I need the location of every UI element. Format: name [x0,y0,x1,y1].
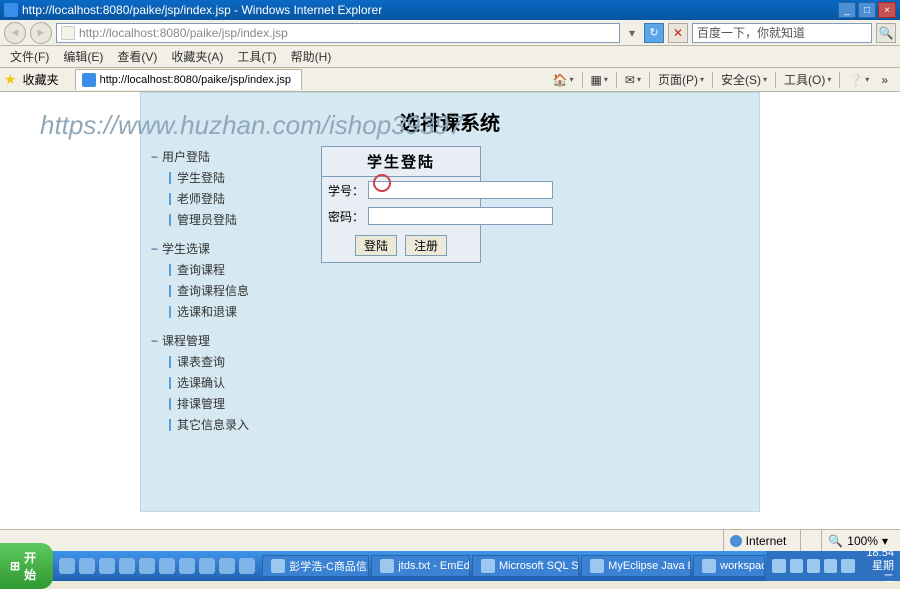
sidebar-item-select-drop[interactable]: 选课和退课 [151,301,281,322]
password-label: 密码： [328,208,364,225]
menu-edit[interactable]: 编辑(E) [57,46,109,67]
favorites-bar: ★ 收藏夹 http://localhost:8080/paike/jsp/in… [0,68,900,92]
sidebar-item-student-login[interactable]: 学生登陆 [151,167,281,188]
tray-icon-1[interactable] [772,559,785,573]
ql-icon-2[interactable] [79,558,95,574]
student-id-label: 学号： [328,182,364,199]
search-input[interactable]: 百度一下，你就知道 [692,23,872,43]
ql-icon-5[interactable] [139,558,155,574]
page-icon [61,26,75,40]
start-button[interactable]: ⊞ 开始 [0,543,53,589]
home-button[interactable]: 🏠▾ [549,71,578,89]
feeds-button[interactable]: ▦▾ [587,71,612,89]
student-id-input[interactable] [368,181,553,199]
ql-icon-3[interactable] [99,558,115,574]
ql-icon-6[interactable] [159,558,175,574]
menu-favorites[interactable]: 收藏夹(A) [165,46,229,67]
cursor-indicator-icon [373,174,391,192]
task-4[interactable]: MyEclipse Java En... [581,555,691,577]
sidebar-nav: −用户登陆 学生登陆 老师登陆 管理员登陆 −学生选课 查询课程 查询课程信息 … [151,146,281,443]
tab-icon [82,73,96,87]
page-button[interactable]: 页面(P)▾ [654,69,708,90]
status-bar: Internet 🔍 100% ▾ [0,529,900,551]
sidebar-item-teacher-login[interactable]: 老师登陆 [151,188,281,209]
task-3[interactable]: Microsoft SQL Ser... [472,555,579,577]
sidebar-item-admin-login[interactable]: 管理员登陆 [151,209,281,230]
page-title: 选排课系统 [141,93,759,146]
task-1[interactable]: 彭学浩-C商品信息... [262,555,369,577]
ql-icon-7[interactable] [179,558,195,574]
menu-bar: 文件(F) 编辑(E) 查看(V) 收藏夹(A) 工具(T) 帮助(H) [0,46,900,68]
ql-icon-8[interactable] [199,558,215,574]
browser-tab[interactable]: http://localhost:8080/paike/jsp/index.js… [75,69,302,90]
tab-label: http://localhost:8080/paike/jsp/index.js… [100,74,291,86]
task-2[interactable]: jtds.txt - EmEditor [371,555,470,577]
page-content: https://www.huzhan.com/ishop39397 选排课系统 … [0,92,900,529]
tray-icon-4[interactable] [824,559,837,573]
menu-tools[interactable]: 工具(T) [231,46,282,67]
sidebar-group-manage[interactable]: −课程管理 [151,330,281,351]
ie-icon [4,3,18,17]
minimize-button[interactable]: _ [838,2,856,18]
close-button[interactable]: × [878,2,896,18]
windows-logo-icon: ⊞ [10,559,20,573]
refresh-button[interactable]: ↻ [644,23,664,43]
search-button[interactable]: 🔍 [876,23,896,43]
sidebar-group-login[interactable]: −用户登陆 [151,146,281,167]
window-title: http://localhost:8080/paike/jsp/index.js… [22,3,382,17]
tray-icon-5[interactable] [841,559,854,573]
menu-help[interactable]: 帮助(H) [285,46,338,67]
quick-launch [53,558,261,574]
safety-button[interactable]: 安全(S)▾ [717,69,771,90]
student-login-panel: 学生登陆 学号： 密码： 登陆 注册 [321,146,481,263]
ql-icon-1[interactable] [59,558,75,574]
mail-button[interactable]: ✉▾ [621,71,645,89]
tools-button[interactable]: 工具(O)▾ [780,69,835,90]
globe-icon [730,535,742,547]
address-input[interactable]: http://localhost:8080/paike/jsp/index.js… [56,23,620,43]
menu-file[interactable]: 文件(F) [4,46,55,67]
back-button[interactable]: ◄ [4,22,26,44]
window-titlebar: http://localhost:8080/paike/jsp/index.js… [0,0,900,20]
ql-icon-4[interactable] [119,558,135,574]
ql-icon-9[interactable] [219,558,235,574]
sidebar-item-query-course-info[interactable]: 查询课程信息 [151,280,281,301]
windows-taskbar: ⊞ 开始 彭学浩-C商品信息... jtds.txt - EmEditor Mi… [0,551,900,581]
expand-button[interactable]: » [877,71,892,89]
sidebar-item-other-input[interactable]: 其它信息录入 [151,414,281,435]
ql-icon-10[interactable] [239,558,255,574]
favorites-star-icon[interactable]: ★ [4,71,17,88]
sidebar-item-query-course[interactable]: 查询课程 [151,259,281,280]
address-dropdown[interactable]: ▾ [624,26,640,40]
password-input[interactable] [368,207,553,225]
help-icon-button[interactable]: ❔▾ [844,71,873,89]
status-protected-mode [800,530,813,551]
favorites-label[interactable]: 收藏夹 [23,71,59,88]
status-zone-internet: Internet [723,530,793,551]
forward-button[interactable]: ► [30,22,52,44]
login-panel-title: 学生登陆 [322,147,480,177]
sidebar-item-schedule-manage[interactable]: 排课管理 [151,393,281,414]
system-tray: 18:54星期二 [766,551,900,581]
search-placeholder: 百度一下，你就知道 [697,24,805,41]
maximize-button[interactable]: □ [858,2,876,18]
tray-icon-2[interactable] [790,559,803,573]
sidebar-item-select-confirm[interactable]: 选课确认 [151,372,281,393]
menu-view[interactable]: 查看(V) [111,46,163,67]
register-button[interactable]: 注册 [405,235,447,256]
stop-button[interactable]: ✕ [668,23,688,43]
address-bar-row: ◄ ► http://localhost:8080/paike/jsp/inde… [0,20,900,46]
sidebar-group-select[interactable]: −学生选课 [151,238,281,259]
task-5[interactable]: workspace [693,555,765,577]
tray-icon-3[interactable] [807,559,820,573]
login-button[interactable]: 登陆 [355,235,397,256]
sidebar-item-schedule-query[interactable]: 课表查询 [151,351,281,372]
address-url: http://localhost:8080/paike/jsp/index.js… [79,26,288,40]
system-clock[interactable]: 18:54星期二 [859,547,894,586]
